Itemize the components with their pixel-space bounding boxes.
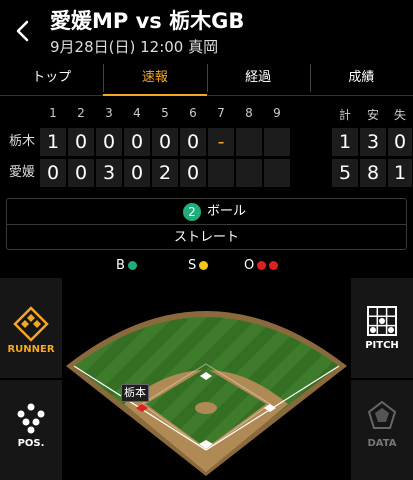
positions-icon <box>17 403 45 434</box>
pitch-grid-icon <box>367 306 397 336</box>
inning-score <box>264 159 290 187</box>
baseball-field <box>66 311 347 476</box>
ball-count-label: B <box>116 258 125 273</box>
runner-label: RUNNER <box>7 344 55 355</box>
inning-header: 5 <box>161 106 169 120</box>
inning-score-current: - <box>208 128 234 156</box>
divider <box>7 224 406 225</box>
field-section: RUNNER POS. PITCH DATA <box>0 276 413 480</box>
tab-top[interactable]: トップ <box>0 60 103 95</box>
runner-button[interactable]: RUNNER <box>0 278 62 378</box>
data-button[interactable]: DATA <box>351 380 413 480</box>
inning-score: 3 <box>96 159 122 187</box>
inning-header: 9 <box>273 106 281 120</box>
tab-stats[interactable]: 成績 <box>309 60 413 95</box>
pitch-label: PITCH <box>365 340 399 351</box>
total-hits-header: 安 <box>366 108 379 122</box>
team-name-tochigi: 栃木 <box>8 134 35 149</box>
inning-score <box>264 128 290 156</box>
total-runs: 1 <box>332 128 358 156</box>
inning-header: 4 <box>133 106 141 120</box>
inning-score <box>208 159 234 187</box>
runner-icon <box>13 306 49 342</box>
inning-header: 8 <box>245 106 253 120</box>
pitcher-mound <box>195 402 217 414</box>
out-count-indicator: O <box>244 258 279 274</box>
total-runs: 5 <box>332 159 358 187</box>
pitch-type-label: ストレート <box>173 230 239 245</box>
pitch-result-label: ボール <box>207 204 247 219</box>
inning-score <box>236 159 262 187</box>
total-hits: 3 <box>360 128 386 156</box>
back-arrow-icon[interactable] <box>14 18 32 44</box>
total-errors-header: 失 <box>393 108 406 122</box>
inning-score <box>236 128 262 156</box>
tab-progress[interactable]: 経過 <box>206 60 310 95</box>
inning-score: 0 <box>152 128 178 156</box>
inning-header: 1 <box>49 106 57 120</box>
positions-label: POS. <box>17 438 45 449</box>
pitch-result-box: 2 ボール ストレート <box>6 198 407 250</box>
inning-score: 0 <box>68 159 94 187</box>
total-errors: 1 <box>388 159 412 187</box>
strike-count-label: S <box>188 258 197 273</box>
inning-header: 7 <box>217 106 225 120</box>
runner-name-tag: 栃本 <box>121 384 149 402</box>
inning-score: 0 <box>124 159 150 187</box>
ball-count-indicator: B <box>116 258 137 274</box>
inning-score: 0 <box>180 159 206 187</box>
strike-count-indicator: S <box>188 258 209 274</box>
inning-score: 1 <box>40 128 66 156</box>
inning-header: 2 <box>77 106 85 120</box>
inning-score: 2 <box>152 159 178 187</box>
total-errors: 0 <box>388 128 412 156</box>
inning-score: 0 <box>68 128 94 156</box>
total-hits: 8 <box>360 159 386 187</box>
match-subtitle: 9月28日(日) 12:00 真岡 <box>50 38 219 56</box>
total-runs-header: 計 <box>338 108 351 122</box>
strike-dot <box>199 261 209 270</box>
inning-score: 0 <box>96 128 122 156</box>
out-dot <box>269 261 279 270</box>
scoreboard: 1 2 3 4 5 6 7 8 9 計 安 失 栃木 1 0 0 0 0 0 -… <box>0 96 413 192</box>
inning-header: 6 <box>189 106 197 120</box>
match-title: 愛媛MP vs 栃木GB <box>50 9 245 33</box>
header: 愛媛MP vs 栃木GB 9月28日(日) 12:00 真岡 <box>0 0 413 60</box>
team-name-ehime: 愛媛 <box>8 165 35 180</box>
data-label: DATA <box>367 438 397 449</box>
out-count-label: O <box>244 258 255 273</box>
ball-count-badge: 2 <box>183 203 201 221</box>
positions-button[interactable]: POS. <box>0 380 62 480</box>
inning-score: 0 <box>180 128 206 156</box>
tab-bar: トップ 速報 経過 成績 <box>0 60 413 96</box>
tab-live[interactable]: 速報 <box>103 60 207 96</box>
data-pentagon-icon <box>367 400 397 429</box>
inning-score: 0 <box>124 128 150 156</box>
out-dot <box>257 261 267 270</box>
inning-score: 0 <box>40 159 66 187</box>
inning-header: 3 <box>105 106 113 120</box>
ball-dot <box>127 261 137 270</box>
pitch-button[interactable]: PITCH <box>351 278 413 378</box>
